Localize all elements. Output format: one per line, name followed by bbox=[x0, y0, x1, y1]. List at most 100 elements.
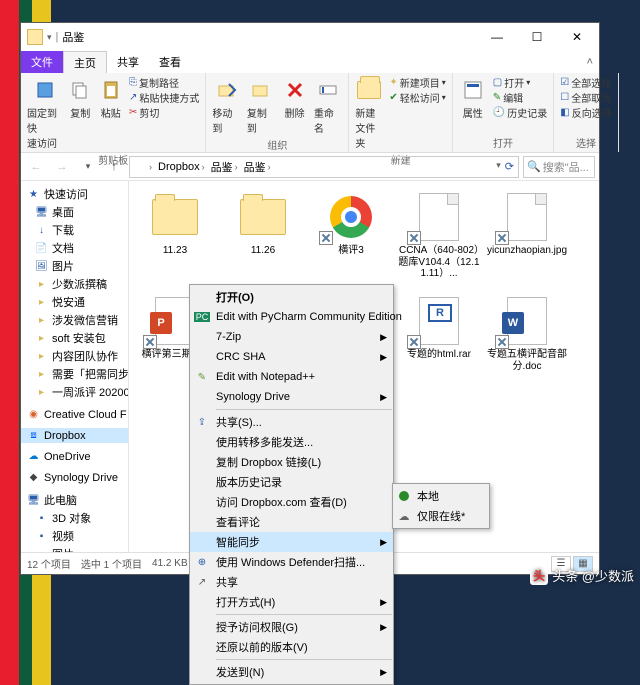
cut-button[interactable]: ✂剪切 bbox=[127, 105, 201, 120]
file-item[interactable]: CCNA（640-802）题库V104.4（12.11.11）... bbox=[395, 187, 483, 291]
crumb-level2[interactable]: 品鉴› bbox=[241, 159, 274, 175]
tab-view[interactable]: 查看 bbox=[149, 51, 191, 73]
sidebar-item[interactable]: ▪视频 bbox=[21, 527, 128, 545]
sidebar-item[interactable]: ▪3D 对象 bbox=[21, 509, 128, 527]
tab-share[interactable]: 共享 bbox=[107, 51, 149, 73]
menu-item[interactable]: ⇪共享(S)... bbox=[190, 412, 393, 432]
moveto-button[interactable]: 移动到 bbox=[210, 75, 242, 136]
menu-item[interactable]: 打开(O) bbox=[190, 287, 393, 307]
menu-item[interactable]: 查看评论 bbox=[190, 512, 393, 532]
paste-shortcut-button[interactable]: ↗粘贴快捷方式 bbox=[127, 90, 201, 105]
menu-item[interactable]: 还原以前的版本(V) bbox=[190, 637, 393, 657]
nav-recent-button[interactable]: ▾ bbox=[77, 156, 99, 178]
nav-up-button[interactable]: ↑ bbox=[103, 156, 125, 178]
tab-home[interactable]: 主页 bbox=[63, 51, 107, 73]
selectall-button[interactable]: ☑全部选择 bbox=[558, 75, 613, 90]
sidebar-item[interactable]: ▸一周派评 20200 bbox=[21, 383, 128, 401]
edit-button[interactable]: ✎编辑 bbox=[491, 90, 549, 105]
file-thumb bbox=[411, 191, 467, 243]
open-button[interactable]: ▢打开▾ bbox=[491, 75, 549, 90]
ribbon-collapse-button[interactable]: ˄ bbox=[581, 51, 599, 73]
sidebar-item[interactable]: ▸需要「把需同步 bbox=[21, 365, 128, 383]
copy-path-button[interactable]: ⎘复制路径 bbox=[127, 75, 201, 90]
menu-item[interactable]: PCEdit with PyCharm Community Edition bbox=[190, 307, 393, 327]
menu-item[interactable]: 智能同步▶ bbox=[190, 532, 393, 552]
sidebar-item[interactable]: 🖥桌面 bbox=[21, 203, 128, 221]
sidebar-item[interactable]: 🖼图片 bbox=[21, 257, 128, 275]
submenu-item[interactable]: 本地 bbox=[393, 486, 489, 506]
menu-item[interactable]: 访问 Dropbox.com 查看(D) bbox=[190, 492, 393, 512]
copy-button[interactable]: 复制 bbox=[66, 75, 95, 121]
file-item[interactable]: W专题五横评配音部分.doc bbox=[483, 291, 571, 395]
sidebar-item[interactable]: ▸内容团队协作 bbox=[21, 347, 128, 365]
item-icon: ▸ bbox=[35, 296, 48, 309]
menu-item[interactable]: 复制 Dropbox 链接(L) bbox=[190, 452, 393, 472]
sidebar-item[interactable]: ↓下载 bbox=[21, 221, 128, 239]
folder-icon bbox=[27, 29, 43, 45]
crumb-dropbox[interactable]: Dropbox› bbox=[155, 161, 208, 173]
newfolder-button[interactable]: 新建 文件夹 bbox=[353, 75, 385, 151]
file-label: 11.26 bbox=[251, 245, 275, 257]
menu-item[interactable]: Synology Drive▶ bbox=[190, 387, 393, 407]
sidebar-creativecloud[interactable]: ◉Creative Cloud F bbox=[21, 407, 128, 422]
sidebar-onedrive[interactable]: ☁OneDrive bbox=[21, 449, 128, 464]
properties-button[interactable]: 属性 bbox=[457, 75, 489, 121]
qat-dropdown-icon[interactable]: ▾ bbox=[47, 32, 52, 43]
delete-button[interactable]: 删除 bbox=[279, 75, 310, 121]
sidebar-dropbox[interactable]: ⧈Dropbox bbox=[21, 428, 128, 443]
sidebar-item[interactable]: ▸涉发微信营销 bbox=[21, 311, 128, 329]
pin-quickaccess-button[interactable]: 固定到快 速访问 bbox=[25, 75, 64, 151]
menu-item[interactable]: 打开方式(H)▶ bbox=[190, 592, 393, 612]
selectnone-button[interactable]: ☐全部取消 bbox=[558, 90, 613, 105]
close-button[interactable]: ✕ bbox=[557, 23, 597, 51]
menu-item[interactable]: ✎Edit with Notepad++ bbox=[190, 367, 393, 387]
newitem-button[interactable]: ✦新建项目▾ bbox=[387, 75, 447, 90]
sidebar-synology[interactable]: ◆Synology Drive bbox=[21, 470, 128, 485]
menu-label: 7-Zip bbox=[216, 331, 241, 343]
menu-item[interactable]: 使用转移多能发送... bbox=[190, 432, 393, 452]
refresh-button[interactable]: ⟳ bbox=[505, 160, 514, 173]
sidebar-quickaccess[interactable]: ★快速访问 bbox=[21, 185, 128, 203]
sidebar-item[interactable]: ▸悦安通 bbox=[21, 293, 128, 311]
address-dropdown-icon[interactable]: ▾ bbox=[496, 160, 501, 173]
menu-icon: ↗ bbox=[194, 574, 210, 590]
sidebar-item[interactable]: 📄 文档 bbox=[21, 239, 128, 257]
rename-button[interactable]: 重命名 bbox=[312, 75, 344, 136]
breadcrumb[interactable]: › Dropbox› 品鉴› 品鉴› ▾ ⟳ bbox=[129, 156, 519, 178]
sidebar-item[interactable]: ▸soft 安装包 bbox=[21, 329, 128, 347]
file-item[interactable]: R专题的html.rar bbox=[395, 291, 483, 395]
file-item[interactable]: 11.26 bbox=[219, 187, 307, 291]
menu-item[interactable]: CRC SHA▶ bbox=[190, 347, 393, 367]
file-item[interactable]: 横评3 bbox=[307, 187, 395, 291]
ribbon-group-organize: 移动到 复制到 删除 重命名 组织 bbox=[206, 73, 349, 152]
crumb-level1[interactable]: 品鉴› bbox=[208, 159, 241, 175]
search-input[interactable]: 🔍 搜索"品... bbox=[523, 156, 595, 178]
paste-button[interactable]: 粘贴 bbox=[97, 75, 126, 121]
sidebar-thispc[interactable]: 🖥此电脑 bbox=[21, 491, 128, 509]
menu-item[interactable]: ⊕使用 Windows Defender扫描... bbox=[190, 552, 393, 572]
item-icon: 📄 bbox=[35, 242, 48, 255]
copyto-button[interactable]: 复制到 bbox=[245, 75, 277, 136]
menu-item[interactable]: 版本历史记录 bbox=[190, 472, 393, 492]
group-label-organize: 组织 bbox=[267, 136, 287, 152]
sidebar-item-label: 文档 bbox=[52, 240, 74, 256]
menu-item[interactable]: 7-Zip▶ bbox=[190, 327, 393, 347]
submenu-label: 仅限在线* bbox=[417, 508, 465, 524]
sidebar-item[interactable]: ▪图片 bbox=[21, 545, 128, 552]
minimize-button[interactable]: — bbox=[477, 23, 517, 51]
file-item[interactable]: 11.23 bbox=[131, 187, 219, 291]
submenu-item[interactable]: ☁仅限在线* bbox=[393, 506, 489, 526]
easyaccess-button[interactable]: ✔轻松访问▾ bbox=[387, 90, 447, 105]
nav-forward-button[interactable]: → bbox=[51, 156, 73, 178]
sidebar-item[interactable]: ▸少数派撰稿 bbox=[21, 275, 128, 293]
file-item[interactable]: yicunzhaopian.jpg bbox=[483, 187, 571, 291]
maximize-button[interactable]: ☐ bbox=[517, 23, 557, 51]
menu-item[interactable]: 发送到(N)▶ bbox=[190, 662, 393, 682]
tab-file[interactable]: 文件 bbox=[21, 51, 63, 73]
history-button[interactable]: 🕘历史记录 bbox=[491, 105, 549, 120]
nav-back-button[interactable]: ← bbox=[25, 156, 47, 178]
menu-item[interactable]: 授予访问权限(G)▶ bbox=[190, 617, 393, 637]
file-label: yicunzhaopian.jpg bbox=[487, 245, 567, 257]
invertsel-button[interactable]: ◧反向选择 bbox=[558, 105, 613, 120]
menu-item[interactable]: ↗共享 bbox=[190, 572, 393, 592]
